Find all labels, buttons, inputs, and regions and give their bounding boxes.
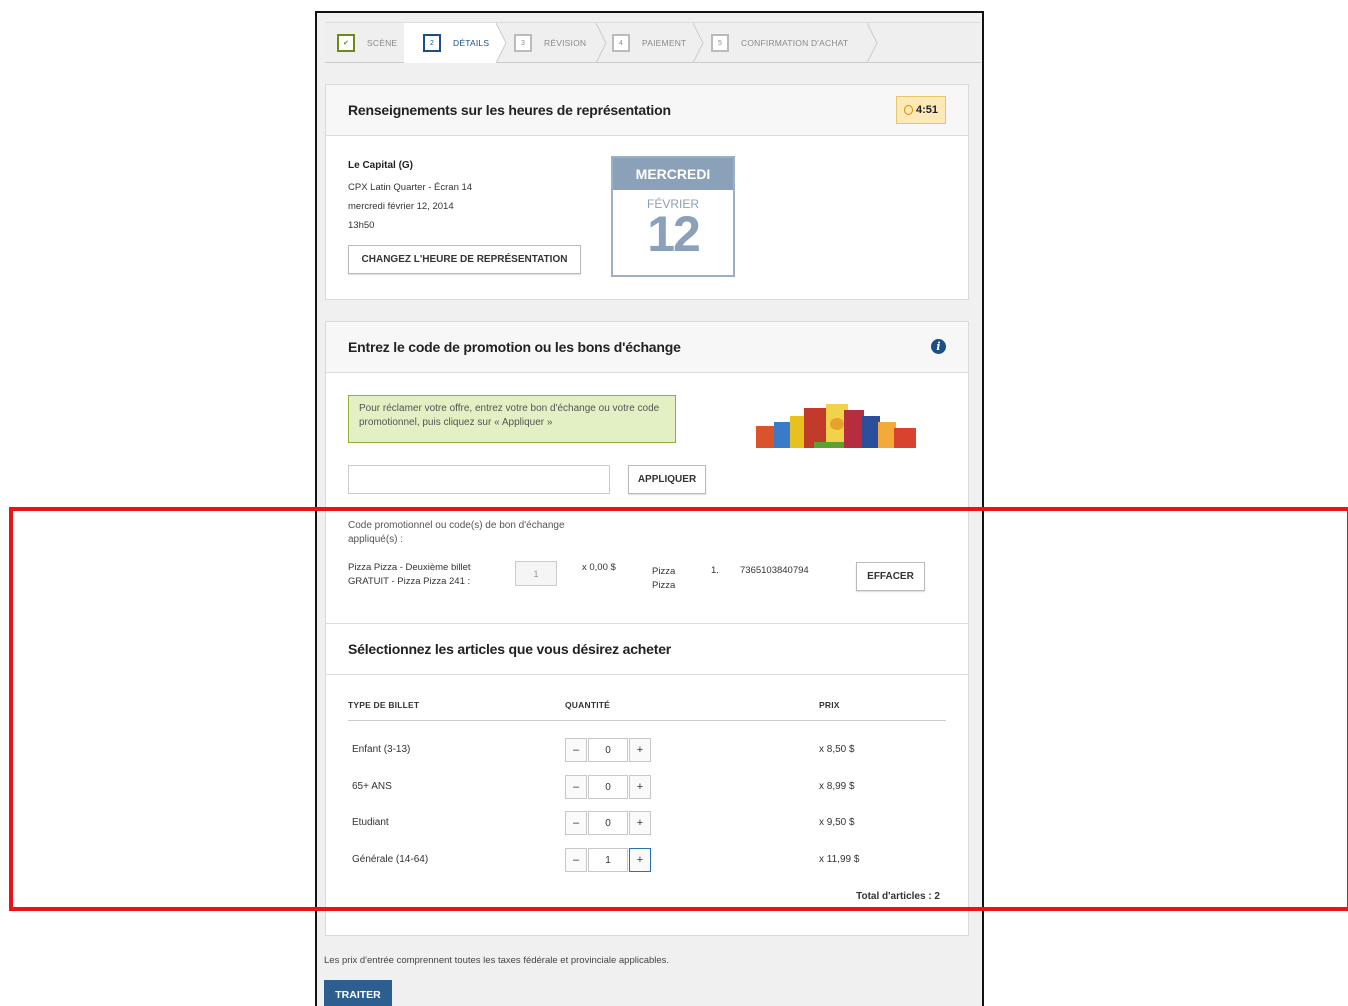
promo-heading: Entrez le code de promotion ou les bons …	[348, 339, 681, 355]
step-revision[interactable]: 3 RÉVISION	[514, 23, 609, 63]
promo-card: Entrez le code de promotion ou les bons …	[325, 321, 969, 936]
step-confirmation[interactable]: 5 CONFIRMATION D'ACHAT	[711, 23, 876, 63]
quantity-field[interactable]: 0	[588, 811, 628, 835]
step-label: SCÈNE	[367, 38, 398, 48]
offer-quantity: 1	[515, 561, 557, 586]
total-items: Total d'articles : 2	[856, 891, 940, 902]
step-number: 4	[612, 34, 630, 52]
step-label: CONFIRMATION D'ACHAT	[741, 38, 849, 48]
decrement-button[interactable]: –	[565, 811, 587, 835]
decrement-button[interactable]: –	[565, 775, 587, 799]
timer-value: 4:51	[915, 104, 939, 116]
info-icon[interactable]: i	[931, 339, 946, 354]
section-divider	[326, 507, 968, 508]
apply-button[interactable]: APPLIQUER	[628, 465, 706, 494]
offer-vendor: Pizza Pizza	[652, 566, 676, 591]
tickets-heading: Sélectionnez les articles que vous désir…	[348, 641, 672, 657]
ticket-price: x 8,99 $	[819, 781, 855, 792]
checkout-stepper: ✔ SCÈNE 2 DÉTAILS 3 RÉVISION 4 PAIEMENT …	[325, 22, 981, 63]
applied-codes-label: Code promotionnel ou code(s) de bon d'éc…	[348, 520, 565, 545]
tax-footnote: Les prix d'entrée comprennent toutes les…	[324, 955, 670, 966]
increment-button[interactable]: +	[629, 811, 651, 835]
offer-code: 7365103840794	[740, 565, 809, 576]
section-divider	[326, 623, 968, 624]
theatre-name: CPX Latin Quarter - Écran 14	[348, 182, 473, 193]
clear-button[interactable]: EFFACER	[856, 562, 925, 591]
col-ticket-type: TYPE DE BILLET	[348, 700, 420, 710]
step-label: RÉVISION	[544, 38, 587, 48]
decrement-button[interactable]: –	[565, 738, 587, 762]
step-details[interactable]: 2 DÉTAILS	[404, 23, 496, 63]
chevron-right-icon	[596, 23, 607, 63]
showtime-header: Renseignements sur les heures de représe…	[326, 85, 968, 136]
showtime-heading: Renseignements sur les heures de représe…	[348, 102, 671, 118]
step-label: DÉTAILS	[453, 38, 490, 48]
quantity-stepper: – 0 +	[565, 811, 651, 835]
section-divider	[326, 674, 968, 675]
col-quantity: QUANTITÉ	[565, 700, 611, 710]
change-showtime-button[interactable]: CHANGEZ L'HEURE DE REPRÉSENTATION	[348, 245, 581, 274]
promo-header: Entrez le code de promotion ou les bons …	[326, 322, 968, 373]
quantity-field[interactable]: 1	[588, 848, 628, 872]
ticket-type-label: Etudiant	[352, 817, 389, 828]
calendar-date: 12	[647, 206, 701, 262]
step-number: 2	[423, 34, 441, 52]
quantity-field[interactable]: 0	[588, 775, 628, 799]
increment-button[interactable]: +	[629, 738, 651, 762]
quantity-field[interactable]: 0	[588, 738, 628, 762]
calendar-day: MERCREDI	[613, 158, 733, 190]
stopwatch-icon	[903, 105, 913, 115]
checkmark-icon: ✔	[337, 34, 355, 52]
chevron-right-icon	[693, 23, 704, 63]
ticket-type-label: Enfant (3-13)	[352, 744, 411, 755]
table-header-divider	[348, 720, 946, 721]
col-price: PRIX	[819, 700, 840, 710]
offer-index: 1.	[711, 565, 719, 576]
cereal-boxes-image	[756, 404, 916, 448]
countdown-timer: 4:51	[896, 96, 946, 124]
ticket-price: x 9,50 $	[819, 817, 855, 828]
offer-price: x 0,00 $	[582, 562, 616, 573]
increment-button[interactable]: +	[629, 775, 651, 799]
step-scene[interactable]: ✔ SCÈNE	[325, 23, 404, 63]
checkout-panel: ✔ SCÈNE 2 DÉTAILS 3 RÉVISION 4 PAIEMENT …	[315, 11, 984, 1006]
step-label: PAIEMENT	[642, 38, 687, 48]
quantity-stepper: – 0 +	[565, 738, 651, 762]
show-date: mercredi février 12, 2014	[348, 201, 454, 212]
quantity-stepper: – 1 +	[565, 848, 651, 872]
promo-code-input[interactable]	[348, 465, 610, 494]
showtime-card: Renseignements sur les heures de représe…	[325, 84, 969, 300]
step-number: 5	[711, 34, 729, 52]
promo-instructions: Pour réclamer votre offre, entrez votre …	[348, 395, 676, 443]
chevron-right-icon	[867, 23, 878, 63]
show-time: 13h50	[348, 220, 375, 231]
offer-name: Pizza Pizza - Deuxième billet GRATUIT - …	[348, 562, 471, 587]
ticket-price: x 11,99 $	[819, 854, 860, 865]
ticket-type-label: Générale (14-64)	[352, 854, 429, 865]
movie-title: Le Capital (G)	[348, 160, 414, 171]
increment-button[interactable]: +	[629, 848, 651, 872]
calendar-widget: MERCREDI FÉVRIER 12	[611, 156, 735, 277]
chevron-right-icon	[496, 23, 507, 63]
quantity-stepper: – 0 +	[565, 775, 651, 799]
ticket-type-label: 65+ ANS	[352, 781, 392, 792]
ticket-price: x 8,50 $	[819, 744, 855, 755]
step-number: 3	[514, 34, 532, 52]
submit-button[interactable]: TRAITER	[324, 980, 392, 1006]
decrement-button[interactable]: –	[565, 848, 587, 872]
